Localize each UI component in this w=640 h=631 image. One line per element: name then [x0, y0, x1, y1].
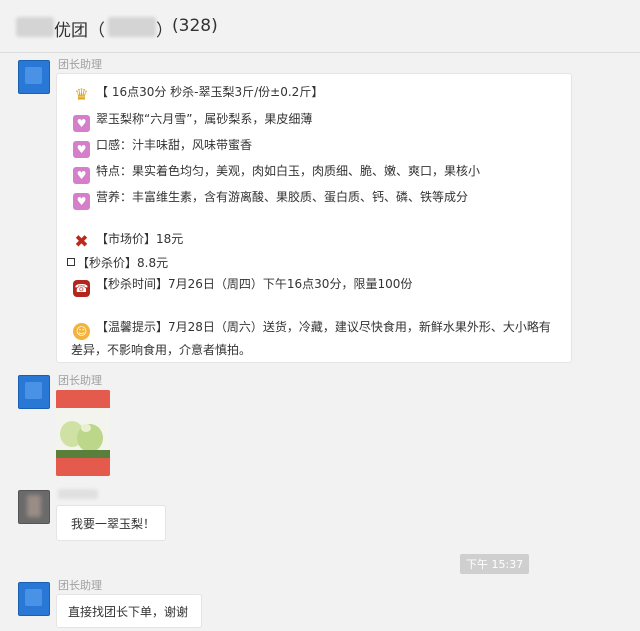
phone-icon: ☎	[73, 280, 90, 297]
heart-icon	[73, 141, 90, 158]
chat-header: 优团（ ） (328)	[0, 0, 640, 53]
square-icon	[67, 258, 75, 266]
message-line: 营养：丰富维生素，含有游离酸、果胶质、蛋白质、钙、磷、铁等成分	[73, 188, 468, 210]
avatar-user[interactable]	[18, 490, 50, 524]
crown-icon: ♛	[74, 85, 89, 104]
member-count: (328)	[172, 16, 218, 36]
blurred-group-owner	[108, 17, 156, 37]
line-text-notice-cont: 差异，不影响食用，介意者慎拍。	[71, 343, 252, 357]
message-line: ♛ 【 16点30分 秒杀-翠玉梨3斤/份±0.2斤】	[73, 83, 323, 103]
sender-name: 团长助理	[58, 579, 102, 592]
message-line: 翠玉梨称“六月雪”，属砂梨系，果皮细薄	[73, 110, 312, 132]
timestamp: 下午 15:37	[460, 554, 530, 574]
avatar-assistant[interactable]	[18, 60, 50, 94]
message-bubble-reply[interactable]: 直接找团长下单，谢谢	[56, 594, 202, 628]
line-text-nutrition: 营养：丰富维生素，含有游离酸、果胶质、蛋白质、钙、磷、铁等成分	[96, 190, 469, 204]
line-text-features: 特点：果实着色均匀，美观，肉如白玉，肉质细、脆、嫩、爽口，果核小	[96, 164, 481, 178]
sender-name: 团长助理	[58, 58, 102, 71]
line-text-notice: 【温馨提示】7月28日（周六）送货，冷藏，建议尽快食用，新鲜水果外形、大小略有	[96, 320, 551, 334]
line-text-flash-price: 【秒杀价】8.8元	[77, 256, 169, 270]
sender-name: 团长助理	[58, 374, 102, 387]
line-text-taste: 口感：汁丰味甜，风味带蜜香	[96, 138, 253, 152]
face-icon: ☺	[73, 323, 90, 340]
message-line: ☎ 【秒杀时间】7月26日（周四）下午16点30分，限量100份	[73, 275, 412, 297]
heart-icon	[73, 115, 90, 132]
pear-photo-art	[56, 390, 110, 476]
line-text-flash-time: 【秒杀时间】7月26日（周四）下午16点30分，限量100份	[96, 277, 413, 291]
avatar-assistant[interactable]	[18, 582, 50, 616]
blurred-sender-name	[58, 489, 98, 499]
message-line: 口感：汁丰味甜，风味带蜜香	[73, 136, 252, 158]
message-line: 差异，不影响食用，介意者慎拍。	[71, 341, 251, 358]
line-text-market-price: 【市场价】18元	[96, 232, 184, 246]
message-bubble-announcement[interactable]: ♛ 【 16点30分 秒杀-翠玉梨3斤/份±0.2斤】 翠玉梨称“六月雪”，属砂梨…	[56, 73, 572, 363]
message-text: 我要一翠玉梨！	[71, 517, 156, 531]
cross-icon: ✖	[74, 232, 89, 252]
group-title-close: ）	[156, 21, 173, 41]
message-text: 直接找团长下单，谢谢	[68, 605, 189, 619]
group-title-mid: 优团（	[54, 21, 105, 41]
avatar-assistant[interactable]	[18, 375, 50, 409]
message-line: 【秒杀价】8.8元	[67, 254, 168, 271]
message-line: ✖ 【市场价】18元	[73, 230, 183, 251]
heart-icon	[73, 167, 90, 184]
message-line: 特点：果实着色均匀，美观，肉如白玉，肉质细、脆、嫩、爽口，果核小	[73, 162, 480, 184]
pear-photo[interactable]	[56, 390, 110, 476]
blurred-group-name	[16, 17, 54, 37]
message-line: ☺ 【温馨提示】7月28日（周六）送货，冷藏，建议尽快食用，新鲜水果外形、大小略有	[73, 318, 551, 340]
line-text-title: 【 16点30分 秒杀-翠玉梨3斤/份±0.2斤】	[96, 85, 324, 99]
heart-icon	[73, 193, 90, 210]
line-text-intro: 翠玉梨称“六月雪”，属砂梨系，果皮细薄	[96, 112, 313, 126]
message-bubble-user[interactable]: 我要一翠玉梨！	[56, 505, 166, 541]
